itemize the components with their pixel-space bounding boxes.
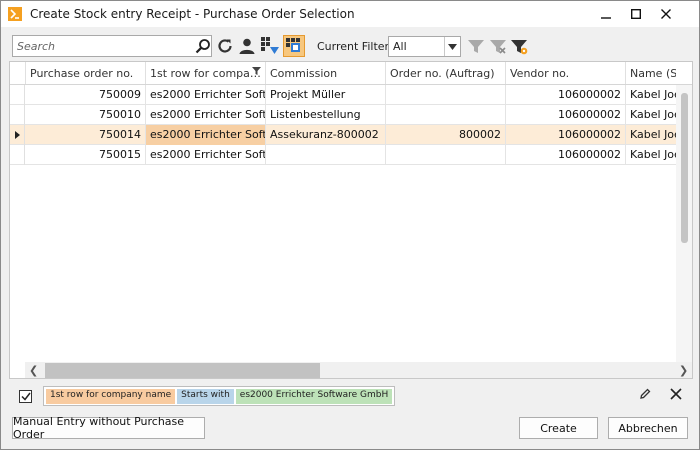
grid-filter-active-button[interactable] xyxy=(283,35,305,57)
filter-bar: 1st row for company name Starts with es2… xyxy=(9,381,693,411)
row-indicator-header xyxy=(10,62,26,84)
cell-vendor-no: 106000002 xyxy=(506,85,626,105)
filter-chip-field[interactable]: 1st row for company name xyxy=(46,388,176,404)
manual-entry-button[interactable]: Manual Entry without Purchase Order xyxy=(12,415,205,441)
current-filter-label: Current Filter: xyxy=(317,40,393,53)
filter-chip-value[interactable]: es2000 Errichter Software GmbH xyxy=(235,388,393,404)
clear-filter-icon[interactable] xyxy=(670,388,682,403)
funnel-button[interactable] xyxy=(465,35,487,57)
cell-order-no: 800002 xyxy=(386,125,506,145)
grid-filter-active-icon xyxy=(286,38,300,52)
purchase-order-grid: Purchase order no. 1st row for compa… Co… xyxy=(9,61,693,379)
cell-name: Kabel Joe xyxy=(630,88,676,101)
cell-commission: Projekt Müller xyxy=(266,85,386,105)
cell-name: Kabel Joe xyxy=(630,128,676,141)
table-row[interactable]: 750015 es2000 Errichter Soft… 106000002 … xyxy=(10,145,692,165)
current-filter-select[interactable]: All xyxy=(388,36,461,57)
refresh-button[interactable] xyxy=(214,35,236,57)
cell-name: Kabel Joe xyxy=(630,148,676,161)
cell-order-no xyxy=(386,85,506,105)
current-filter-value: All xyxy=(393,40,407,53)
cell-vendor-no: 106000002 xyxy=(506,105,626,125)
grid-filter-button[interactable] xyxy=(259,35,281,57)
cell-purchase-order: 750009 xyxy=(26,85,146,105)
cell-order-no xyxy=(386,145,506,165)
row-indicator xyxy=(10,85,25,105)
cell-company: es2000 Errichter Soft… xyxy=(146,145,266,165)
column-header-company-label: 1st row for compa… xyxy=(150,67,261,80)
maximize-icon xyxy=(631,9,641,19)
funnel-icon xyxy=(468,40,484,53)
title-bar: Create Stock entry Receipt - Purchase Or… xyxy=(1,1,699,27)
filter-expression[interactable]: 1st row for company name Starts with es2… xyxy=(43,386,396,406)
minimize-icon xyxy=(601,17,611,19)
user-button[interactable] xyxy=(236,35,258,57)
horizontal-scrollbar[interactable]: ❮ ❯ xyxy=(25,362,692,378)
column-header-vendor-no[interactable]: Vendor no. xyxy=(506,62,626,84)
funnel-settings-icon xyxy=(511,40,528,55)
scroll-right-icon[interactable]: ❯ xyxy=(679,364,688,377)
vertical-scrollbar[interactable] xyxy=(676,85,692,362)
user-icon xyxy=(239,38,255,54)
vertical-scroll-thumb[interactable] xyxy=(681,93,688,243)
column-header-commission[interactable]: Commission xyxy=(266,62,386,84)
search-input[interactable] xyxy=(17,39,187,54)
horizontal-scroll-thumb[interactable] xyxy=(45,363,320,378)
minimize-button[interactable] xyxy=(591,1,621,27)
dialog-window: Create Stock entry Receipt - Purchase Or… xyxy=(0,0,700,450)
cell-commission: Listenbestellung xyxy=(266,105,386,125)
scroll-left-icon[interactable]: ❮ xyxy=(29,364,38,377)
current-row-indicator-icon xyxy=(10,125,25,145)
filter-chip-operator[interactable]: Starts with xyxy=(177,388,234,404)
funnel-clear-button[interactable] xyxy=(487,35,509,57)
column-header-purchase-order[interactable]: Purchase order no. xyxy=(26,62,146,84)
funnel-settings-button[interactable] xyxy=(508,35,530,57)
refresh-icon xyxy=(218,39,232,53)
app-icon xyxy=(8,7,22,21)
column-header-order-no[interactable]: Order no. (Auftrag) xyxy=(386,62,506,84)
chevron-down-icon xyxy=(444,37,460,56)
cell-purchase-order: 750010 xyxy=(26,105,146,125)
cell-vendor-no: 106000002 xyxy=(506,145,626,165)
grid-filter-icon xyxy=(261,37,279,54)
cell-commission: Assekuranz-800002 xyxy=(266,125,386,145)
search-box xyxy=(12,35,212,57)
filter-pin-icon[interactable] xyxy=(252,66,261,79)
close-button[interactable] xyxy=(651,1,681,27)
cell-company: es2000 Errichter Soft… xyxy=(146,105,266,125)
cell-company: es2000 Errichter Soft… xyxy=(146,85,266,105)
cell-company: es2000 Errichter Soft… xyxy=(146,125,266,145)
cell-vendor-no: 106000002 xyxy=(506,125,626,145)
pencil-icon[interactable] xyxy=(639,388,651,403)
checkmark-icon xyxy=(20,392,31,401)
cell-purchase-order: 750014 xyxy=(26,125,146,145)
table-row[interactable]: 750009 es2000 Errichter Soft… Projekt Mü… xyxy=(10,85,692,105)
cell-commission xyxy=(266,145,386,165)
cell-name: Kabel Joe xyxy=(630,108,676,121)
maximize-button[interactable] xyxy=(621,1,651,27)
funnel-clear-icon xyxy=(490,40,506,54)
row-indicator xyxy=(10,145,25,165)
cancel-button[interactable]: Abbrechen xyxy=(608,417,688,439)
column-header-name[interactable]: Name (Su xyxy=(626,62,676,84)
close-icon xyxy=(661,9,671,19)
cell-order-no xyxy=(386,105,506,125)
table-row[interactable]: 750010 es2000 Errichter Soft… Listenbest… xyxy=(10,105,692,125)
grid-header: Purchase order no. 1st row for compa… Co… xyxy=(10,62,692,85)
filter-enabled-checkbox[interactable] xyxy=(19,390,32,403)
toolbar: Current Filter: All xyxy=(9,31,693,61)
table-row-selected[interactable]: 750014 es2000 Errichter Soft… Assekuranz… xyxy=(10,125,692,145)
cell-purchase-order: 750015 xyxy=(26,145,146,165)
column-header-company[interactable]: 1st row for compa… xyxy=(146,62,266,84)
row-indicator xyxy=(10,105,25,125)
search-icon[interactable] xyxy=(195,38,211,57)
create-button[interactable]: Create xyxy=(519,417,598,439)
window-title: Create Stock entry Receipt - Purchase Or… xyxy=(30,7,355,21)
